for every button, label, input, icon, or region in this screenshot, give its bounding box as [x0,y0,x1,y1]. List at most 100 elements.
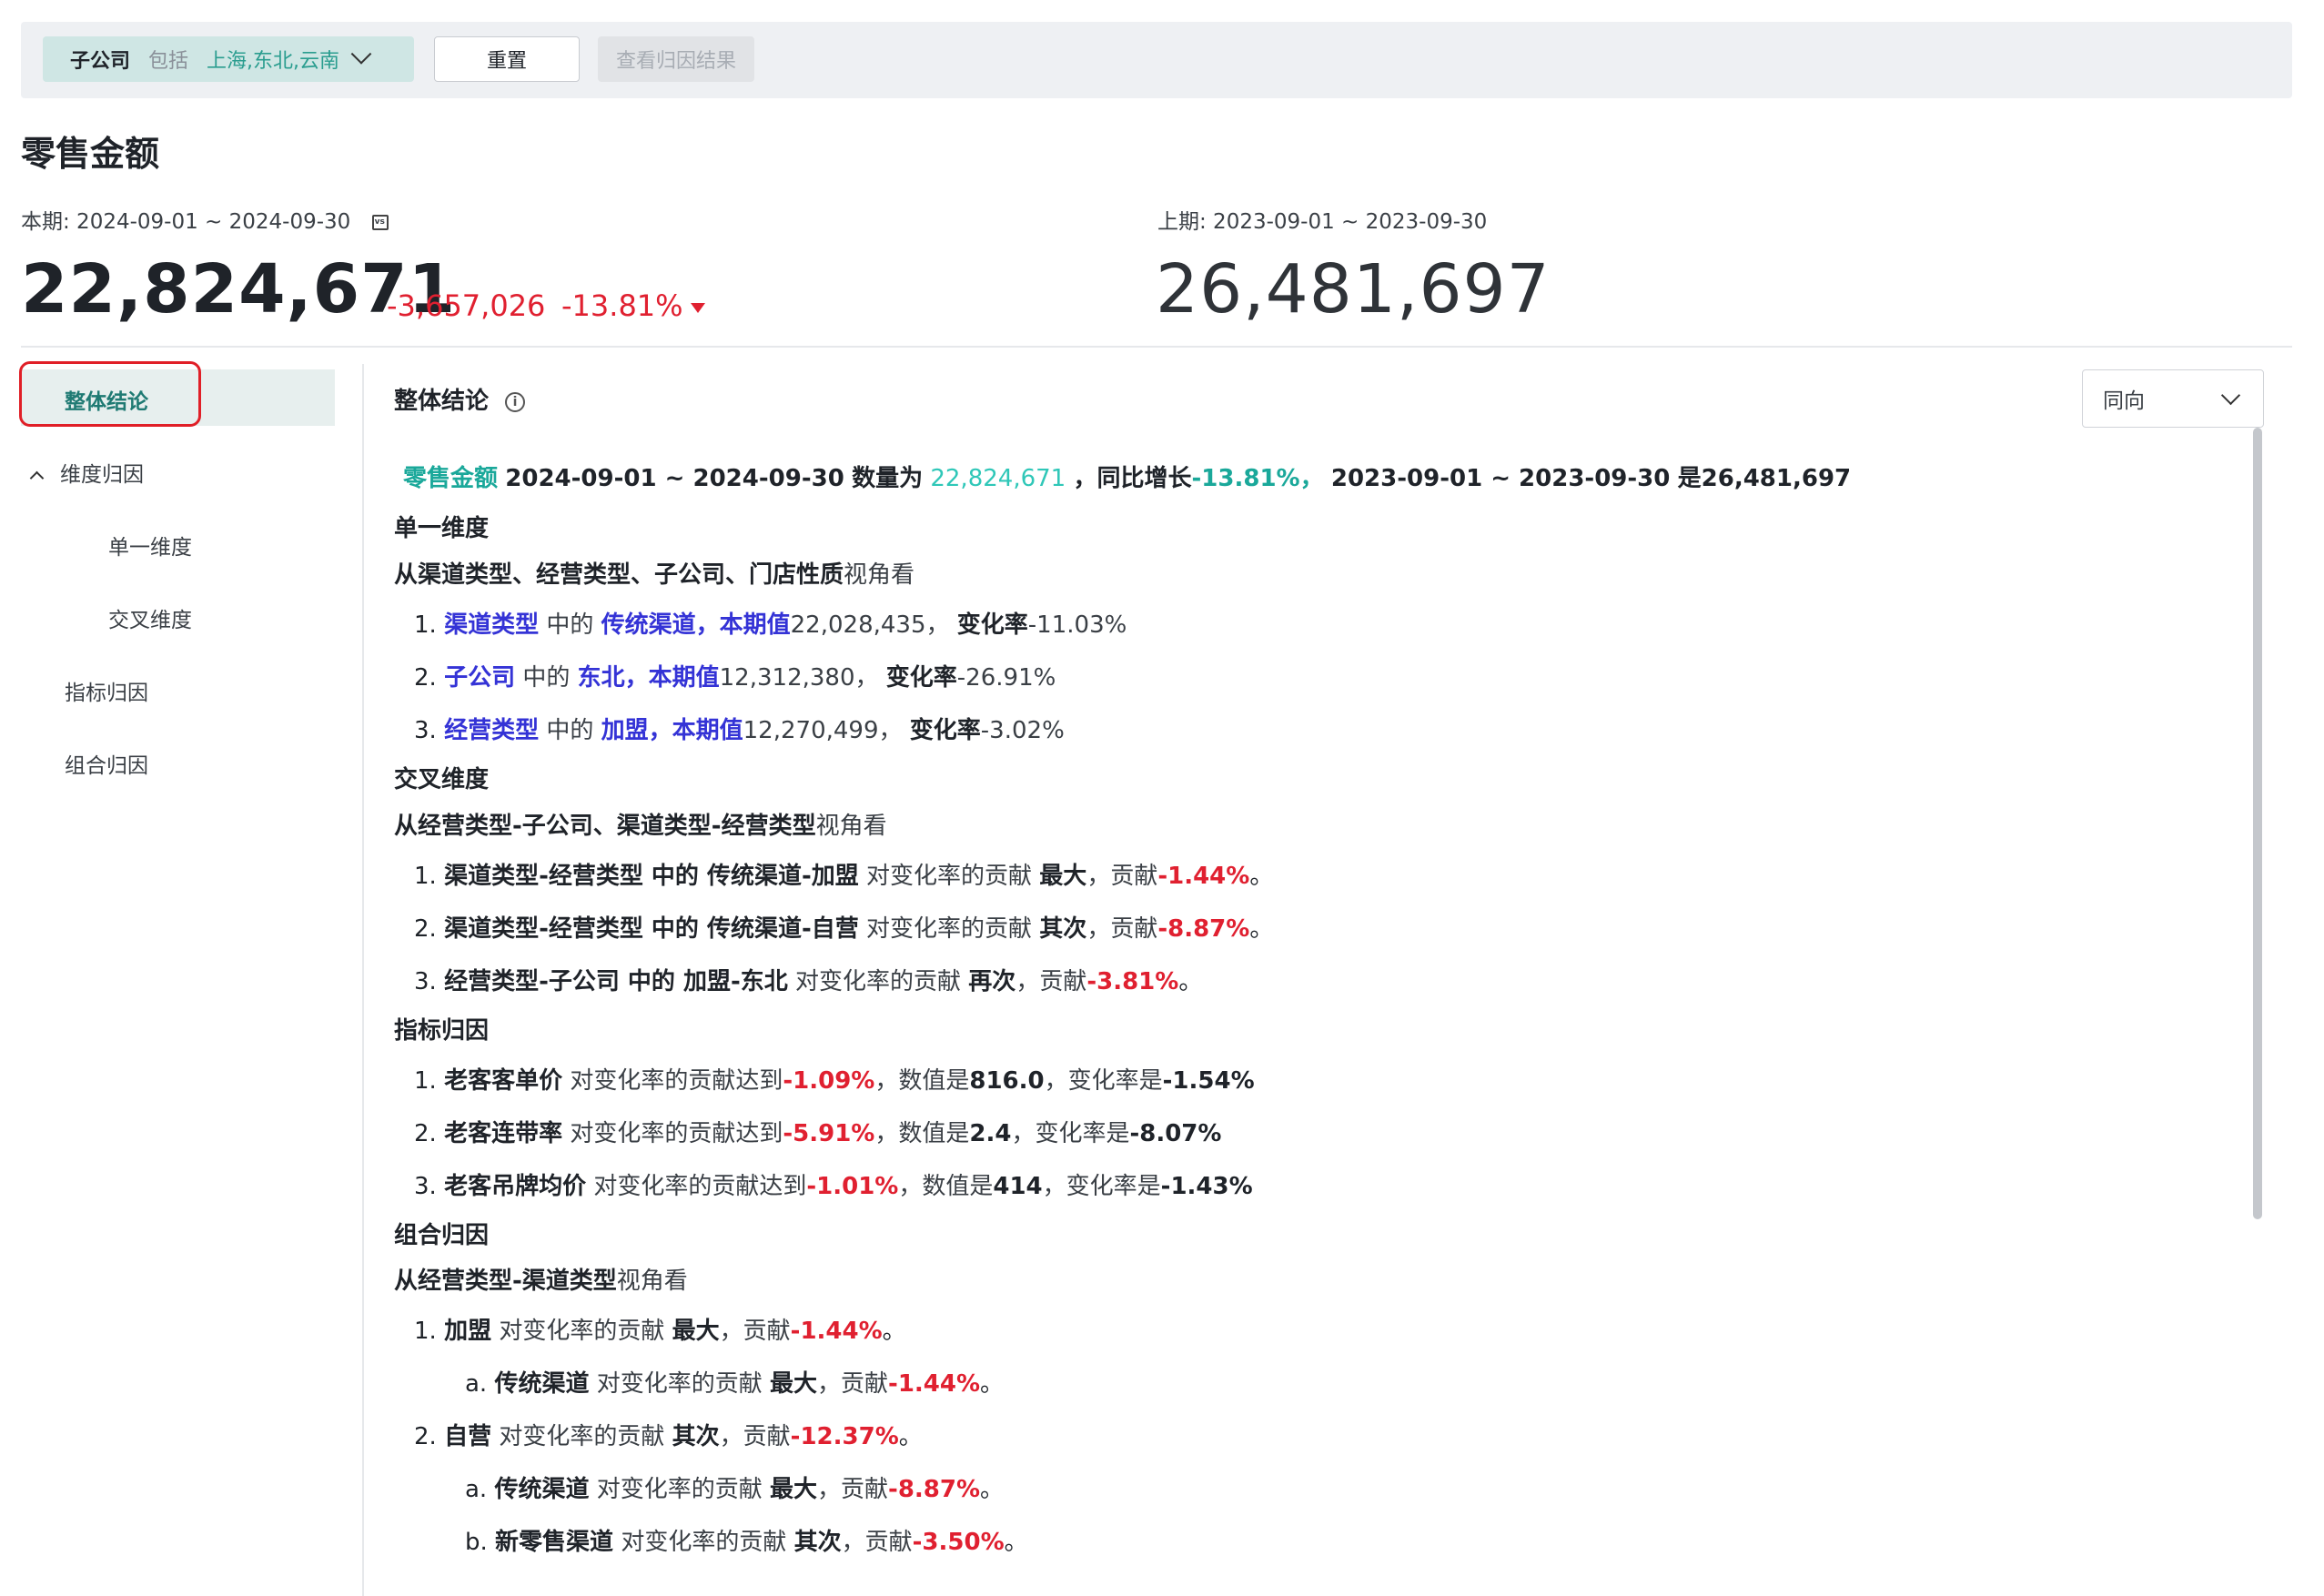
list-item: 2. 老客连带率 对变化率的贡献达到-5.91%，数值是2.4，变化率是-8.0… [414,1115,1221,1148]
item-name: 自营 [444,1423,492,1450]
item-contrib: -8.87% [1157,915,1250,943]
section-title-text: 整体结论 [394,388,490,415]
item-contrib-label: ，贡献 [817,1476,889,1503]
item-name: 渠道类型-经营类型 中的 传统渠道-自营 [444,915,859,943]
item-value: 414 [993,1173,1043,1200]
item-dim: 子公司 [444,664,516,692]
item-contrib: -1.44% [888,1370,981,1398]
item-dim: 渠道类型 [444,611,540,639]
item-contrib: -3.50% [912,1529,1005,1556]
cross-dimension-view: 从经营类型-子公司、渠道类型-经营类型视角看 [394,807,887,841]
item-end: 。 [980,1476,1005,1503]
view-suffix: 视角看 [844,561,915,589]
nav-item-overall-conclusion[interactable]: 整体结论 [65,384,148,415]
item-end: 。 [898,1423,923,1450]
delta-absolute: -3,657,026 [387,288,546,323]
list-item: a. 传统渠道 对变化率的贡献 最大，贡献-8.87%。 [465,1470,1004,1504]
item-end: 。 [882,1318,906,1345]
nav-item-metric-attribution[interactable]: 指标归因 [65,675,148,706]
summary-is: 是 [1677,465,1702,492]
item-contrib-label: ，贡献 [719,1423,791,1450]
direction-select[interactable]: 同向 [2082,369,2264,428]
item-value: 12,270,499， [743,717,903,744]
nav-item-single-dimension[interactable]: 单一维度 [108,530,192,561]
list-item: 3. 老客吊牌均价 对变化率的贡献达到-1.01%，数值是414，变化率是-1.… [414,1167,1253,1201]
subsidiary-filter-chip[interactable]: 子公司 包括 上海,东北,云南 [43,36,414,82]
list-item: a. 传统渠道 对变化率的贡献 最大，贡献-1.44%。 [465,1365,1004,1399]
list-item: 3. 经营类型-子公司 中的 加盟-东北 对变化率的贡献 再次，贡献-3.81%… [414,963,1202,996]
summary-value: 22,824,671 [930,465,1066,492]
item-rate: -1.54% [1162,1067,1255,1095]
combo-attribution-view: 从经营类型-渠道类型视角看 [394,1262,688,1296]
item-contrib-label: ，贡献 [719,1318,791,1345]
reset-button[interactable]: 重置 [434,36,580,82]
item-num: 2. [414,664,437,692]
item-num: 1. [414,1318,437,1345]
item-num: a. [465,1370,488,1398]
item-dim: 经营类型 [444,717,540,744]
item-mid: 中的 [539,717,601,744]
item-rate-label: 变化率 [909,717,981,744]
combo-attribution-heading: 组合归因 [394,1222,490,1249]
item-rank: 最大 [672,1318,720,1345]
list-item: b. 新零售渠道 对变化率的贡献 其次，贡献-3.50%。 [465,1523,1028,1557]
nav-item-dimension-attribution[interactable]: 维度归因 [29,457,144,488]
summary-growth: -13.81%， [1191,465,1324,492]
item-end: 。 [1004,1529,1028,1556]
item-value: 2.4 [969,1120,1012,1147]
item-contrib-label: ，贡献 [1015,968,1087,995]
item-mid: 对变化率的贡献 [787,968,969,995]
item-name: 老客吊牌均价 [444,1173,587,1200]
item-member: 东北，本期值 [577,664,720,692]
item-end: 。 [1249,863,1274,890]
list-item: 2. 子公司 中的 东北，本期值12,312,380， 变化率-26.91% [414,659,1056,692]
item-name: 加盟 [444,1318,492,1345]
item-end: 。 [1178,968,1203,995]
item-mid: 对变化率的贡献达到 [586,1173,807,1200]
filter-key: 子公司 [70,50,131,73]
scrollbar[interactable] [2253,428,2262,1219]
item-rate: -1.43% [1160,1173,1253,1200]
view-suffix: 视角看 [815,813,887,840]
single-dimension-view: 从渠道类型、经营类型、子公司、门店性质视角看 [394,556,914,590]
item-end: 。 [980,1370,1005,1398]
item-contrib: -12.37% [790,1423,899,1450]
view-attribution-button[interactable]: 查看归因结果 [598,36,754,82]
item-num: 1. [414,1067,437,1095]
filter-value: 上海,东北,云南 [207,50,340,73]
item-contrib: -1.44% [1157,863,1250,890]
item-name: 老客客单价 [444,1067,563,1095]
item-contrib: -8.87% [888,1476,981,1503]
item-member: 加盟，本期值 [601,717,743,744]
item-name: 老客连带率 [444,1120,563,1147]
item-contrib: -1.09% [783,1067,875,1095]
nav-divider [362,364,364,1596]
view-suffix: 视角看 [616,1268,688,1295]
item-rank: 最大 [770,1476,818,1503]
summary-range1: 2024-09-01 ~ 2024-09-30 [505,465,844,492]
direction-select-value: 同向 [2103,389,2145,413]
item-name: 渠道类型-经营类型 中的 传统渠道-加盟 [444,863,859,890]
summary-line: 零售金额 2024-09-01 ~ 2024-09-30 数量为 22,824,… [403,460,1851,493]
info-icon[interactable] [505,391,526,412]
item-name: 经营类型-子公司 中的 加盟-东北 [444,968,788,995]
item-rate: -26.91% [956,664,1056,692]
nav-item-cross-dimension[interactable]: 交叉维度 [108,602,192,633]
item-value-label: ，数值是 [874,1120,970,1147]
item-rate-label: 变化率 [885,664,957,692]
vs-calendar-icon[interactable] [371,215,389,230]
item-num: 2. [414,1423,437,1450]
item-contrib: -1.01% [806,1173,899,1200]
summary-metric: 零售金额 [403,465,499,492]
chevron-down-icon [2220,385,2241,406]
item-rank: 其次 [793,1529,842,1556]
item-mid: 对变化率的贡献 [858,915,1040,943]
nav-item-label: 维度归因 [60,463,144,487]
nav-item-combo-attribution[interactable]: 组合归因 [65,748,148,779]
item-value: 22,028,435， [790,611,950,639]
chevron-up-icon [29,470,45,486]
list-item: 2. 自营 对变化率的贡献 其次，贡献-12.37%。 [414,1418,923,1451]
item-num: a. [465,1476,488,1503]
item-mid: 对变化率的贡献 [589,1476,771,1503]
item-num: 3. [414,1173,437,1200]
